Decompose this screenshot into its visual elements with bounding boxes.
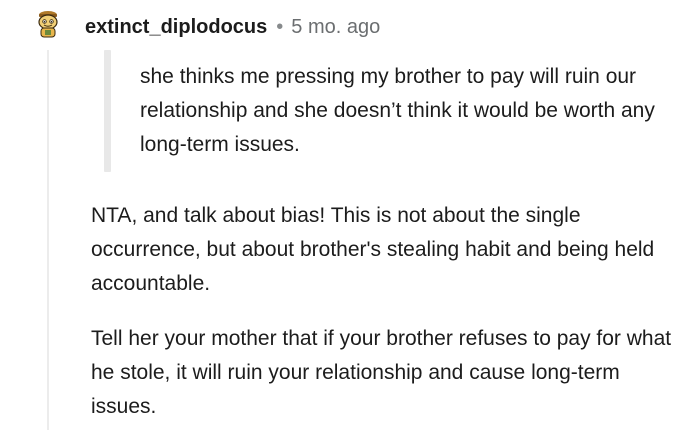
username-link[interactable]: extinct_diplodocus bbox=[85, 16, 267, 39]
thread-line[interactable] bbox=[47, 50, 49, 430]
blockquote-text: she thinks me pressing my brother to pay… bbox=[140, 65, 655, 156]
user-avatar-icon[interactable] bbox=[33, 8, 63, 38]
comment-paragraph: NTA, and talk about bias! This is not ab… bbox=[91, 204, 655, 295]
comment-paragraph: Tell her your mother that if your brothe… bbox=[91, 327, 672, 418]
comment-header: extinct_diplodocus • 5 mo. ago bbox=[85, 12, 380, 42]
blockquote-bar bbox=[104, 50, 111, 172]
comment-timestamp[interactable]: 5 mo. ago bbox=[291, 16, 380, 39]
separator-dot: • bbox=[276, 15, 284, 38]
